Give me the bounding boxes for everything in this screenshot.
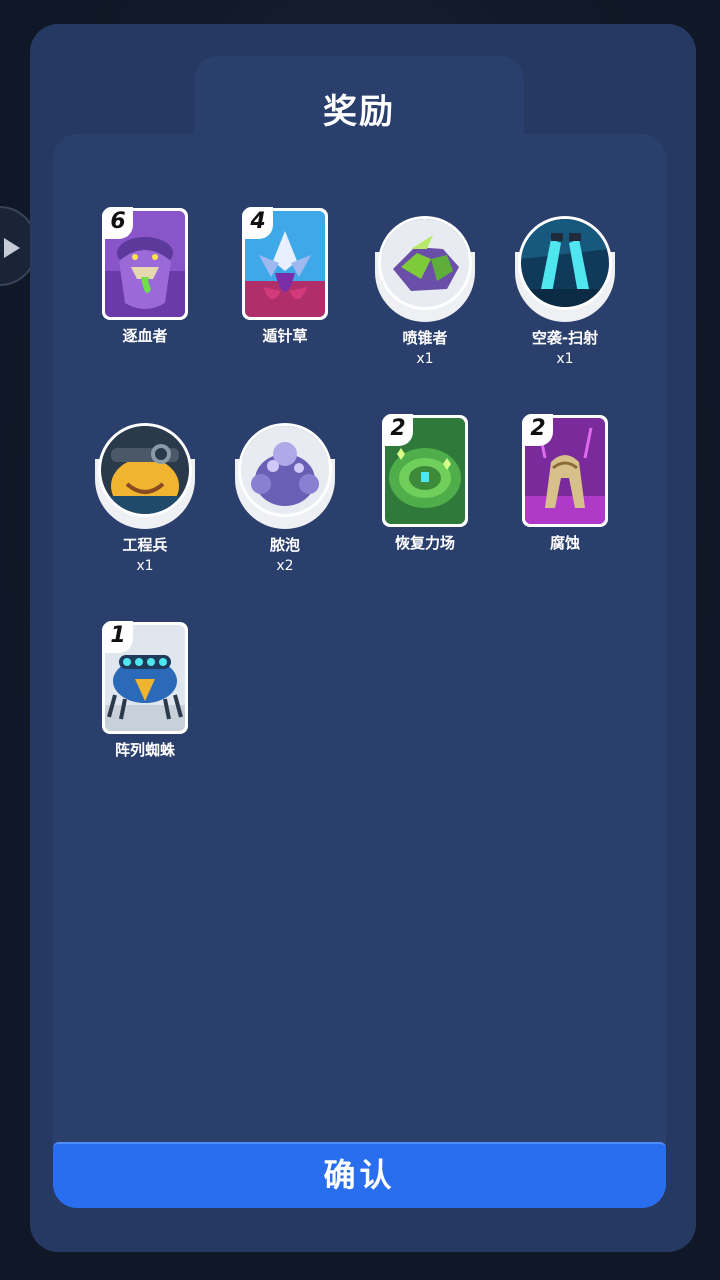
- engineer-orb-icon: [98, 423, 192, 517]
- reward-orb: [235, 421, 335, 529]
- reward-quantity: x1: [556, 351, 574, 367]
- reward-orb: [95, 421, 195, 529]
- play-icon: [4, 238, 20, 258]
- confirm-button[interactable]: 确认: [53, 1142, 666, 1208]
- reward-item-5[interactable]: 脓泡 x2: [215, 421, 355, 577]
- card-cost: 6: [103, 207, 133, 239]
- reward-quantity: x1: [136, 558, 154, 574]
- reward-card: 1: [102, 621, 188, 734]
- airstrike-orb-icon: [518, 216, 612, 310]
- reward-name: 喷锥者: [402, 329, 448, 347]
- reward-name: 脓泡: [269, 536, 300, 554]
- reward-item-7[interactable]: 2 腐蚀: [495, 414, 635, 553]
- reward-name: 工程兵: [122, 536, 168, 554]
- reward-name: 恢复力场: [394, 534, 455, 552]
- reward-card: 2: [382, 414, 468, 527]
- reward-item-4[interactable]: 工程兵 x1: [75, 421, 215, 577]
- reward-name: 遁针草: [262, 327, 308, 345]
- dialog-title: 奖励: [323, 92, 395, 132]
- card-cost: 2: [523, 414, 553, 446]
- reward-card: 6: [102, 207, 188, 320]
- reward-item-0[interactable]: 6 逐血者: [75, 207, 215, 346]
- screen: 奖励 6 逐血者 4 遁针草 喷锥者 x1 空袭-扫射 x1 工程兵 x1 脓泡…: [0, 0, 720, 1280]
- green-rock-orb-icon: [378, 216, 472, 310]
- reward-item-8[interactable]: 1 阵列蜘蛛: [75, 621, 215, 760]
- reward-item-6[interactable]: 2 恢复力场: [355, 414, 495, 553]
- card-cost: 2: [383, 414, 413, 446]
- reward-orb: [375, 214, 475, 322]
- card-cost: 4: [243, 207, 273, 239]
- reward-quantity: x2: [276, 558, 294, 574]
- reward-name: 逐血者: [122, 327, 168, 345]
- reward-card: 4: [242, 207, 328, 320]
- reward-item-1[interactable]: 4 遁针草: [215, 207, 355, 346]
- card-cost: 1: [103, 621, 133, 653]
- reward-orb: [515, 214, 615, 322]
- reward-item-2[interactable]: 喷锥者 x1: [355, 214, 495, 370]
- reward-name: 空袭-扫射: [531, 329, 599, 347]
- reward-card: 2: [522, 414, 608, 527]
- reward-name: 腐蚀: [549, 534, 580, 552]
- reward-name: 阵列蜘蛛: [114, 741, 175, 759]
- reward-item-3[interactable]: 空袭-扫射 x1: [495, 214, 635, 370]
- reward-quantity: x1: [416, 351, 434, 367]
- pus-blob-orb-icon: [238, 423, 332, 517]
